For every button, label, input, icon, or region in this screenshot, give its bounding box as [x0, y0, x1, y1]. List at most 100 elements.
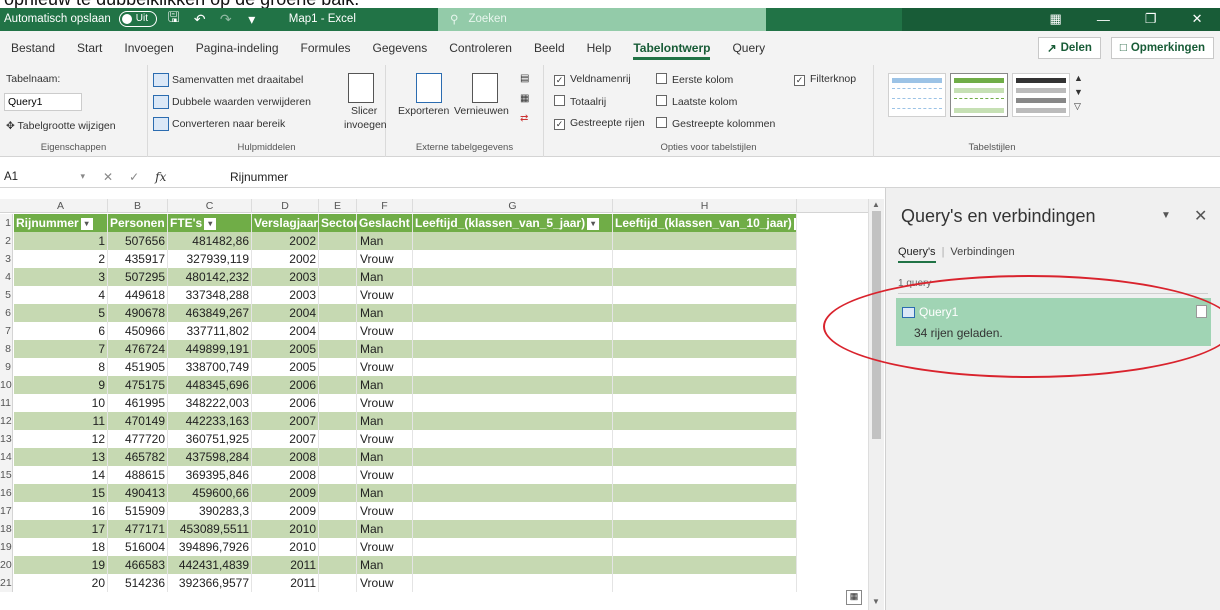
comments-button[interactable]: □ Opmerkingen	[1110, 37, 1214, 59]
table-cell[interactable]: 2009	[252, 484, 319, 502]
slicer-label-2[interactable]: invoegen	[344, 119, 387, 131]
insert-function-icon[interactable]: fx	[155, 170, 166, 184]
table-cell[interactable]: 2003	[252, 286, 319, 304]
table-header-cell[interactable]: Rijnummer ▾	[14, 214, 108, 232]
table-cell[interactable]	[413, 340, 613, 358]
table-cell[interactable]: 6	[14, 322, 108, 340]
table-cell[interactable]: 437598,284	[168, 448, 252, 466]
filter-dropdown-icon[interactable]: ▾	[204, 217, 217, 230]
table-cell[interactable]	[413, 286, 613, 304]
column-header[interactable]: H	[613, 199, 797, 213]
tab-help[interactable]: Help	[576, 31, 623, 65]
table-cell[interactable]: 2007	[252, 430, 319, 448]
table-cell[interactable]: Man	[357, 268, 413, 286]
filter-dropdown-icon[interactable]: ▾	[80, 217, 93, 230]
table-cell[interactable]: 463849,267	[168, 304, 252, 322]
table-cell[interactable]: 360751,925	[168, 430, 252, 448]
export-icon[interactable]	[416, 73, 442, 103]
table-cell[interactable]: 327939,119	[168, 250, 252, 268]
cancel-icon[interactable]: ✕	[103, 170, 113, 184]
table-cell[interactable]: 369395,846	[168, 466, 252, 484]
table-cell[interactable]: 476724	[108, 340, 168, 358]
table-cell[interactable]	[613, 556, 797, 574]
table-cell[interactable]	[319, 412, 357, 430]
table-style-blue[interactable]	[888, 73, 946, 117]
row-header[interactable]: 21	[0, 574, 13, 592]
tab-tabelontwerp[interactable]: Tabelontwerp	[622, 31, 721, 65]
table-cell[interactable]	[319, 268, 357, 286]
table-cell[interactable]: 17	[14, 520, 108, 538]
tab-invoegen[interactable]: Invoegen	[113, 31, 184, 65]
table-cell[interactable]: Vrouw	[357, 394, 413, 412]
table-cell[interactable]	[319, 574, 357, 592]
export-button[interactable]: Exporteren	[398, 105, 449, 117]
pane-options-icon[interactable]: ▼	[1161, 210, 1171, 221]
table-cell[interactable]: Vrouw	[357, 502, 413, 520]
table-cell[interactable]: 470149	[108, 412, 168, 430]
share-button[interactable]: ↗ Delen	[1037, 37, 1101, 59]
table-cell[interactable]: 19	[14, 556, 108, 574]
table-cell[interactable]: 488615	[108, 466, 168, 484]
table-cell[interactable]: 2010	[252, 538, 319, 556]
unlink-icon[interactable]: ⇄	[520, 113, 528, 124]
table-cell[interactable]: 9	[14, 376, 108, 394]
table-cell[interactable]: 481482,86	[168, 232, 252, 250]
row-header[interactable]: 18	[0, 520, 13, 538]
table-cell[interactable]	[613, 232, 797, 250]
table-cell[interactable]	[613, 250, 797, 268]
table-cell[interactable]: 337348,288	[168, 286, 252, 304]
table-header-cell[interactable]: Geslacht▾	[357, 214, 413, 232]
table-cell[interactable]: 338700,749	[168, 358, 252, 376]
table-cell[interactable]	[319, 520, 357, 538]
restore-icon[interactable]: ❐	[1145, 11, 1157, 27]
table-cell[interactable]	[613, 520, 797, 538]
column-header[interactable]: A	[14, 199, 108, 213]
table-cell[interactable]: 2011	[252, 574, 319, 592]
table-cell[interactable]: 466583	[108, 556, 168, 574]
table-cell[interactable]	[413, 520, 613, 538]
quick-analysis-icon[interactable]: ▦	[846, 590, 862, 605]
table-cell[interactable]	[319, 358, 357, 376]
row-header[interactable]: 12	[0, 412, 13, 430]
pane-tab-connections[interactable]: Verbindingen	[950, 246, 1014, 263]
tab-start[interactable]: Start	[66, 31, 113, 65]
vertical-scrollbar[interactable]: ▲ ▼	[868, 199, 884, 610]
table-cell[interactable]	[413, 232, 613, 250]
table-cell[interactable]: 465782	[108, 448, 168, 466]
table-cell[interactable]: 2008	[252, 448, 319, 466]
table-cell[interactable]: Man	[357, 412, 413, 430]
pane-close-icon[interactable]: ✕	[1194, 206, 1207, 226]
table-cell[interactable]	[613, 448, 797, 466]
slicer-icon[interactable]	[348, 73, 374, 103]
close-icon[interactable]: ✕	[1192, 11, 1203, 27]
minimize-icon[interactable]: —	[1097, 12, 1110, 27]
column-header[interactable]: C	[168, 199, 252, 213]
table-cell[interactable]: Man	[357, 376, 413, 394]
table-cell[interactable]: 2010	[252, 520, 319, 538]
table-cell[interactable]: 337711,802	[168, 322, 252, 340]
tab-gegevens[interactable]: Gegevens	[362, 31, 439, 65]
table-cell[interactable]: 507656	[108, 232, 168, 250]
row-header[interactable]: 5	[0, 286, 13, 304]
table-cell[interactable]: 450966	[108, 322, 168, 340]
row-header[interactable]: 17	[0, 502, 13, 520]
table-cell[interactable]: Vrouw	[357, 538, 413, 556]
table-cell[interactable]: 1	[14, 232, 108, 250]
table-cell[interactable]: 18	[14, 538, 108, 556]
tab-bestand[interactable]: Bestand	[0, 31, 66, 65]
resize-table-button[interactable]: ✥ Tabelgrootte wijzigen	[6, 120, 116, 132]
table-cell[interactable]: 2011	[252, 556, 319, 574]
table-cell[interactable]: 448345,696	[168, 376, 252, 394]
tab-pagina-indeling[interactable]: Pagina-indeling	[185, 31, 290, 65]
table-cell[interactable]	[613, 466, 797, 484]
row-header[interactable]: 11	[0, 394, 13, 412]
row-header[interactable]: 15	[0, 466, 13, 484]
table-cell[interactable]	[613, 430, 797, 448]
remove-duplicates-button[interactable]: Dubbele waarden verwijderen	[153, 95, 311, 109]
tab-formules[interactable]: Formules	[290, 31, 362, 65]
table-cell[interactable]: 390283,3	[168, 502, 252, 520]
column-header[interactable]: F	[357, 199, 413, 213]
table-cell[interactable]: 453089,5511	[168, 520, 252, 538]
scroll-up-icon[interactable]: ▲	[872, 200, 880, 209]
column-header[interactable]: E	[319, 199, 357, 213]
